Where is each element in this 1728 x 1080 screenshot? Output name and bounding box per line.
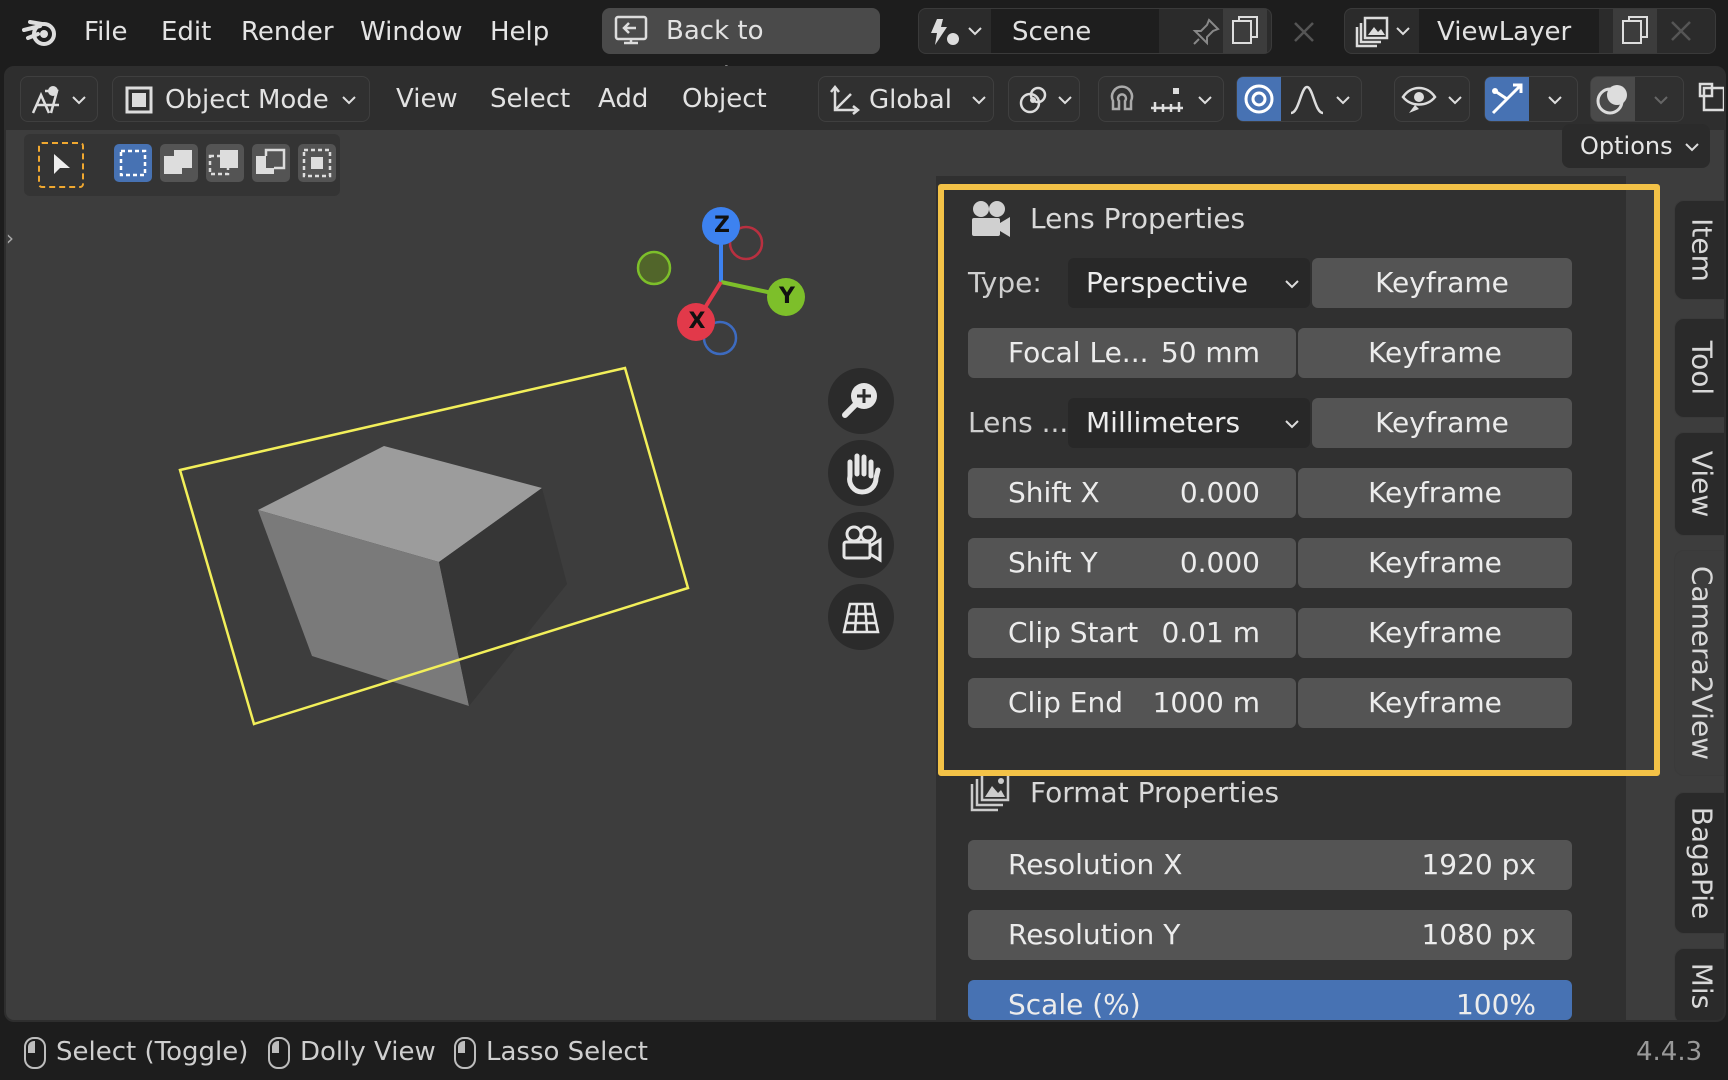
falloff-curve-icon	[1289, 83, 1325, 117]
tab-mis[interactable]: Mis	[1674, 948, 1724, 1020]
resolution-y-value: 1080 px	[1421, 918, 1536, 951]
tab-mis-label: Mis	[1685, 962, 1719, 1010]
camera-icon	[842, 525, 882, 563]
options-label: Options	[1580, 132, 1673, 160]
viewlayer-name[interactable]: ViewLayer	[1437, 9, 1571, 55]
resolution-y-label: Resolution Y	[1008, 918, 1181, 951]
version-label: 4.4.3	[1636, 1037, 1703, 1067]
tab-bagapie-label: BagaPie	[1685, 806, 1719, 920]
mouse-left-icon	[24, 1036, 46, 1069]
menu-window[interactable]: Window	[360, 14, 463, 50]
blender-logo-icon[interactable]	[20, 12, 60, 52]
scale-percent-value: 100%	[1455, 988, 1536, 1020]
chevron-down-icon	[1395, 23, 1411, 39]
resolution-x-value: 1920 px	[1421, 848, 1536, 881]
delete-scene-icon[interactable]	[1290, 18, 1318, 46]
chevron-down-icon	[1685, 143, 1699, 152]
3d-viewport[interactable]: Object Mode View Select Add Object Globa…	[4, 66, 1726, 1022]
options-dropdown[interactable]: Options	[1562, 124, 1710, 168]
overlays-icon[interactable]	[1591, 77, 1635, 121]
show-gizmo-icon[interactable]	[1485, 77, 1529, 121]
tab-tool-label: Tool	[1685, 340, 1719, 396]
lens-properties-highlight	[938, 184, 1660, 776]
render-layers-icon	[1355, 15, 1391, 49]
scale-percent-label: Scale (%)	[1008, 988, 1141, 1020]
resolution-y-field[interactable]: Resolution Y 1080 px	[968, 910, 1572, 960]
chevron-down-icon	[971, 92, 987, 108]
chevron-down-icon	[1057, 92, 1073, 108]
chevron-down-icon	[967, 23, 983, 39]
proportional-editing-controls[interactable]	[1236, 76, 1362, 122]
resolution-x-label: Resolution X	[1008, 848, 1183, 881]
viewlayer-selector[interactable]: ViewLayer	[1344, 8, 1716, 54]
object-visibility-dropdown[interactable]	[1394, 76, 1470, 122]
tab-camera2view-label: Camera2View	[1685, 565, 1719, 761]
cube-object[interactable]	[258, 446, 567, 706]
status-lasso-select: Lasso Select	[454, 1036, 648, 1069]
tab-bagapie[interactable]: BagaPie	[1674, 792, 1724, 934]
status-dolly-view: Dolly View	[268, 1036, 436, 1069]
new-viewlayer-icon[interactable]	[1613, 9, 1657, 53]
chevron-down-icon	[1335, 92, 1351, 108]
snap-increment-icon	[1149, 84, 1185, 116]
zoom-button[interactable]	[828, 368, 894, 434]
hand-icon	[847, 453, 881, 495]
scale-percent-slider[interactable]: Scale (%) 100%	[968, 980, 1572, 1020]
delete-viewlayer-icon[interactable]	[1667, 17, 1695, 45]
menu-render[interactable]: Render	[241, 14, 334, 50]
scene-selector[interactable]: Scene	[918, 8, 1272, 54]
snap-controls[interactable]	[1098, 76, 1224, 122]
gizmo-controls[interactable]	[1484, 76, 1578, 122]
status-bar: Select (Toggle) Dolly View Lasso Select …	[0, 1024, 1728, 1080]
scene-name[interactable]: Scene	[1012, 9, 1091, 55]
snap-magnet-icon[interactable]	[1105, 83, 1139, 117]
gizmo-y-label: Y	[779, 284, 795, 309]
tab-item[interactable]: Item	[1674, 200, 1724, 300]
menu-file[interactable]: File	[84, 14, 128, 50]
scene-icon	[927, 15, 963, 49]
pin-icon[interactable]	[1191, 17, 1221, 47]
tab-item-label: Item	[1685, 218, 1719, 282]
status-select-toggle: Select (Toggle)	[24, 1036, 248, 1069]
mouse-middle-icon	[268, 1036, 290, 1069]
overlays-controls[interactable]	[1590, 76, 1684, 122]
gizmo-x-label: X	[688, 309, 706, 334]
gizmo-z-label: Z	[714, 213, 730, 238]
pivot-icon	[1017, 84, 1049, 116]
pivot-point-dropdown[interactable]	[1008, 76, 1080, 122]
resolution-x-field[interactable]: Resolution X 1920 px	[968, 840, 1572, 890]
zoom-in-icon	[842, 383, 877, 418]
new-scene-icon[interactable]	[1223, 9, 1267, 53]
chevron-down-icon	[1653, 92, 1669, 108]
grid-icon	[842, 602, 880, 634]
camera-view-button[interactable]	[828, 512, 894, 578]
chevron-down-icon	[1447, 92, 1463, 108]
menu-edit[interactable]: Edit	[161, 14, 211, 50]
chevron-down-icon	[1547, 92, 1563, 108]
proportional-editing-icon[interactable]	[1237, 77, 1281, 121]
chevron-down-icon	[1197, 92, 1213, 108]
back-to-previous-button[interactable]: Back to Previous	[602, 8, 880, 92]
scene-canvas[interactable]	[6, 68, 936, 1022]
back-screen-icon	[614, 15, 648, 47]
tab-camera2view[interactable]: Camera2View	[1674, 550, 1724, 776]
pan-button[interactable]	[828, 440, 894, 506]
render-layers-icon	[968, 770, 1012, 814]
ortho-toggle-button[interactable]	[828, 584, 894, 650]
xray-icon[interactable]	[1696, 78, 1724, 120]
tab-view[interactable]: View	[1674, 432, 1724, 536]
eye-icon	[1401, 83, 1437, 117]
format-properties-title: Format Properties	[1030, 776, 1280, 809]
mouse-right-icon	[454, 1036, 476, 1069]
menu-help[interactable]: Help	[490, 14, 549, 50]
tab-view-label: View	[1685, 450, 1719, 518]
tab-tool[interactable]: Tool	[1674, 318, 1724, 418]
top-bar: File Edit Render Window Help Back to Pre…	[0, 0, 1728, 92]
format-properties-panel: Format Properties Resolution X 1920 px R…	[944, 770, 1604, 1020]
